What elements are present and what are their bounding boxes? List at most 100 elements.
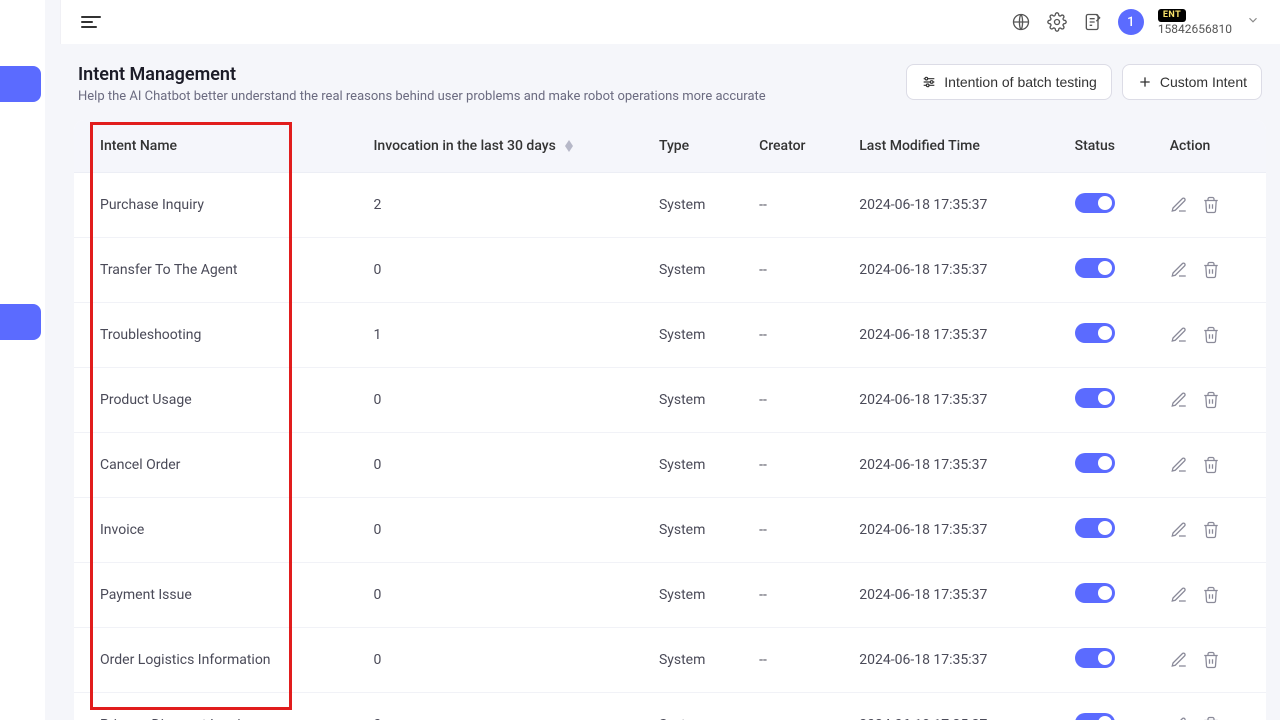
- status-toggle[interactable]: [1075, 388, 1115, 408]
- cell-action: [1156, 693, 1266, 720]
- trash-icon[interactable]: [1202, 521, 1220, 539]
- cell-invocation: 2: [359, 173, 644, 238]
- cell-time: 2024-06-18 17:35:37: [845, 563, 1060, 628]
- status-toggle[interactable]: [1075, 518, 1115, 538]
- cell-creator: --: [745, 628, 845, 693]
- col-status[interactable]: Status: [1061, 120, 1156, 173]
- edit-icon[interactable]: [1170, 521, 1188, 539]
- status-toggle[interactable]: [1075, 713, 1115, 720]
- cell-invocation: 0: [359, 498, 644, 563]
- cell-invocation: 0: [359, 693, 644, 720]
- edit-icon[interactable]: [1170, 196, 1188, 214]
- cell-time: 2024-06-18 17:35:37: [845, 303, 1060, 368]
- status-toggle[interactable]: [1075, 323, 1115, 343]
- cell-action: [1156, 303, 1266, 368]
- batch-testing-button[interactable]: Intention of batch testing: [906, 64, 1112, 100]
- status-toggle[interactable]: [1075, 258, 1115, 278]
- col-creator[interactable]: Creator: [745, 120, 845, 173]
- edit-icon[interactable]: [1170, 651, 1188, 669]
- table-row[interactable]: Purchase Inquiry2System--2024-06-18 17:3…: [74, 173, 1266, 238]
- table-row[interactable]: Price or Discount Inquiry0System--2024-0…: [74, 693, 1266, 720]
- col-type[interactable]: Type: [645, 120, 745, 173]
- gear-icon[interactable]: [1046, 11, 1068, 33]
- note-icon[interactable]: [1082, 11, 1104, 33]
- table-row[interactable]: Transfer To The Agent0System--2024-06-18…: [74, 238, 1266, 303]
- menu-toggle-icon[interactable]: [81, 11, 103, 33]
- cell-time: 2024-06-18 17:35:37: [845, 238, 1060, 303]
- trash-icon[interactable]: [1202, 456, 1220, 474]
- cell-creator: --: [745, 433, 845, 498]
- table-row[interactable]: Invoice0System--2024-06-18 17:35:37: [74, 498, 1266, 563]
- cell-invocation: 0: [359, 433, 644, 498]
- col-time[interactable]: Last Modified Time: [845, 120, 1060, 173]
- cell-status: [1061, 693, 1156, 720]
- edit-icon[interactable]: [1170, 716, 1188, 720]
- edit-icon[interactable]: [1170, 391, 1188, 409]
- sidebar-item[interactable]: alysis: [0, 448, 41, 484]
- trash-icon[interactable]: [1202, 196, 1220, 214]
- main-content: Intent Management Help the AI Chatbot be…: [60, 44, 1280, 720]
- col-action: Action: [1156, 120, 1266, 173]
- avatar[interactable]: 1: [1118, 9, 1144, 35]
- sidebar: atbot.seBetation ation egy alysis: [0, 0, 45, 720]
- cell-creator: --: [745, 368, 845, 433]
- table-row[interactable]: Troubleshooting1System--2024-06-18 17:35…: [74, 303, 1266, 368]
- sort-icon[interactable]: [565, 140, 573, 152]
- sidebar-item[interactable]: egy: [0, 346, 41, 382]
- cell-time: 2024-06-18 17:35:37: [845, 433, 1060, 498]
- trash-icon[interactable]: [1202, 586, 1220, 604]
- cell-type: System: [645, 303, 745, 368]
- cell-invocation: 0: [359, 563, 644, 628]
- table-row[interactable]: Payment Issue0System--2024-06-18 17:35:3…: [74, 563, 1266, 628]
- table-row[interactable]: Cancel Order0System--2024-06-18 17:35:37: [74, 433, 1266, 498]
- cell-status: [1061, 628, 1156, 693]
- sidebar-item[interactable]: tion: [0, 242, 41, 278]
- cell-type: System: [645, 498, 745, 563]
- status-toggle[interactable]: [1075, 648, 1115, 668]
- custom-intent-button[interactable]: Custom Intent: [1122, 64, 1262, 100]
- cell-type: System: [645, 238, 745, 303]
- cell-time: 2024-06-18 17:35:37: [845, 368, 1060, 433]
- sidebar-item[interactable]: ation: [0, 304, 41, 340]
- status-toggle[interactable]: [1075, 193, 1115, 213]
- cell-action: [1156, 433, 1266, 498]
- intent-table: Intent Name Invocation in the last 30 da…: [74, 120, 1266, 720]
- cell-status: [1061, 368, 1156, 433]
- cell-action: [1156, 238, 1266, 303]
- trash-icon[interactable]: [1202, 391, 1220, 409]
- col-intent-name[interactable]: Intent Name: [74, 120, 359, 173]
- table-row[interactable]: Order Logistics Information0System--2024…: [74, 628, 1266, 693]
- account-box[interactable]: ENT 15842656810: [1158, 9, 1232, 35]
- trash-icon[interactable]: [1202, 326, 1220, 344]
- cell-type: System: [645, 433, 745, 498]
- batch-testing-label: Intention of batch testing: [944, 74, 1097, 90]
- custom-intent-label: Custom Intent: [1160, 74, 1247, 90]
- topbar: 1 ENT 15842656810: [60, 0, 1280, 44]
- sidebar-item[interactable]: Beta: [0, 206, 41, 242]
- trash-icon[interactable]: [1202, 651, 1220, 669]
- page-title: Intent Management: [78, 64, 766, 85]
- col-invocation-label: Invocation in the last 30 days: [373, 138, 555, 154]
- sidebar-item[interactable]: atbot: [0, 66, 41, 102]
- cell-type: System: [645, 628, 745, 693]
- cell-intent-name: Purchase Inquiry: [74, 173, 359, 238]
- page-header: Intent Management Help the AI Chatbot be…: [74, 54, 1266, 120]
- col-invocation[interactable]: Invocation in the last 30 days: [359, 120, 644, 173]
- table-row[interactable]: Product Usage0System--2024-06-18 17:35:3…: [74, 368, 1266, 433]
- edit-icon[interactable]: [1170, 456, 1188, 474]
- trash-icon[interactable]: [1202, 261, 1220, 279]
- globe-icon[interactable]: [1010, 11, 1032, 33]
- cell-status: [1061, 238, 1156, 303]
- edit-icon[interactable]: [1170, 586, 1188, 604]
- sidebar-item[interactable]: .: [0, 137, 41, 173]
- status-toggle[interactable]: [1075, 583, 1115, 603]
- edit-icon[interactable]: [1170, 326, 1188, 344]
- sidebar-item[interactable]: se: [0, 172, 41, 208]
- status-toggle[interactable]: [1075, 453, 1115, 473]
- cell-action: [1156, 498, 1266, 563]
- edit-icon[interactable]: [1170, 261, 1188, 279]
- chevron-down-icon[interactable]: [1246, 13, 1260, 31]
- cell-intent-name: Order Logistics Information: [74, 628, 359, 693]
- trash-icon[interactable]: [1202, 716, 1220, 720]
- cell-status: [1061, 563, 1156, 628]
